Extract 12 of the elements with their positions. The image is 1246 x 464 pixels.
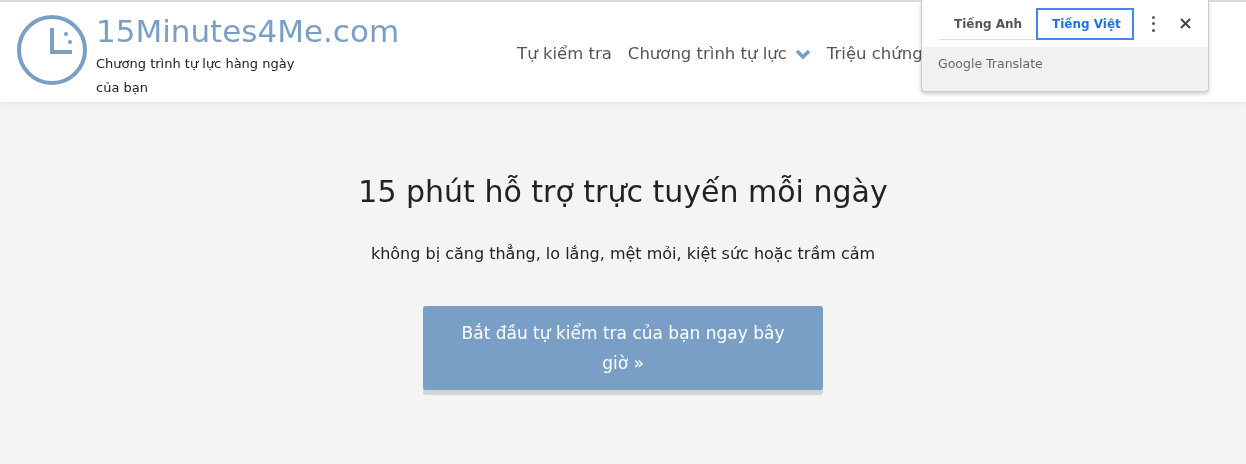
site-tagline: Chương trình tự lực hàng ngày của bạn bbox=[96, 55, 296, 98]
language-tab[interactable]: Tiếng Việt bbox=[1036, 7, 1134, 40]
nav-link[interactable]: Tự kiểm tra bbox=[517, 42, 612, 67]
close-icon[interactable] bbox=[1180, 18, 1191, 29]
more-icon[interactable] bbox=[1152, 15, 1156, 32]
hero-subtitle: không bị căng thẳng, lo lắng, mệt mỏi, kiệt sức hoặc trầm cảm bbox=[369, 243, 877, 265]
language-tab[interactable]: Tiếng Anh bbox=[938, 7, 1036, 40]
clock-icon bbox=[16, 14, 88, 86]
hero-heading: 15 phút hỗ trợ trực tuyến mỗi ngày bbox=[357, 174, 889, 210]
nav-link[interactable]: Chương trình tự lực bbox=[627, 42, 811, 67]
nav-link[interactable]: Triệu chứng bbox=[826, 42, 923, 67]
translate-footer: Google Translate bbox=[922, 47, 1208, 74]
